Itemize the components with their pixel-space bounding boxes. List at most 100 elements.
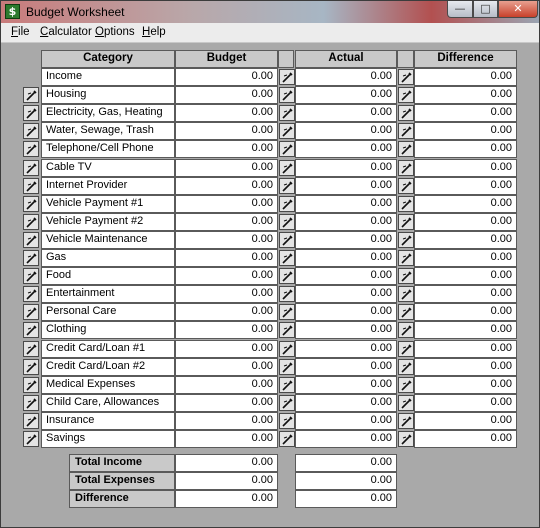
actual-edit-button[interactable]	[398, 377, 414, 393]
row-actual-field[interactable]: 0.00	[295, 122, 397, 140]
menu-help[interactable]: Help	[142, 26, 166, 38]
budget-edit-button[interactable]	[279, 322, 295, 338]
budget-edit-button[interactable]	[279, 359, 295, 375]
actual-edit-button[interactable]	[398, 322, 414, 338]
budget-edit-button[interactable]	[279, 141, 295, 157]
budget-edit-button[interactable]	[279, 178, 295, 194]
category-edit-button[interactable]	[23, 141, 39, 157]
row-actual-field[interactable]: 0.00	[295, 231, 397, 249]
row-budget-field[interactable]: 0.00	[175, 267, 278, 285]
row-budget-field[interactable]: 0.00	[175, 358, 278, 376]
category-edit-button[interactable]	[23, 214, 39, 230]
budget-edit-button[interactable]	[279, 431, 295, 447]
budget-edit-button[interactable]	[279, 232, 295, 248]
category-edit-button[interactable]	[23, 322, 39, 338]
row-budget-field[interactable]: 0.00	[175, 177, 278, 195]
category-edit-button[interactable]	[23, 395, 39, 411]
category-edit-button[interactable]	[23, 105, 39, 121]
budget-edit-button[interactable]	[279, 377, 295, 393]
row-actual-field[interactable]: 0.00	[295, 358, 397, 376]
category-edit-button[interactable]	[23, 268, 39, 284]
row-actual-field[interactable]: 0.00	[295, 140, 397, 158]
row-budget-field[interactable]: 0.00	[175, 412, 278, 430]
actual-edit-button[interactable]	[398, 395, 414, 411]
category-edit-button[interactable]	[23, 359, 39, 375]
category-edit-button[interactable]	[23, 304, 39, 320]
row-actual-field[interactable]: 0.00	[295, 177, 397, 195]
budget-edit-button[interactable]	[279, 123, 295, 139]
budget-edit-button[interactable]	[279, 341, 295, 357]
category-edit-button[interactable]	[23, 413, 39, 429]
menu-options[interactable]: Options	[95, 26, 135, 38]
row-actual-field[interactable]: 0.00	[295, 394, 397, 412]
actual-edit-button[interactable]	[398, 268, 414, 284]
actual-edit-button[interactable]	[398, 69, 414, 85]
actual-edit-button[interactable]	[398, 304, 414, 320]
row-budget-field[interactable]: 0.00	[175, 430, 278, 448]
row-budget-field[interactable]: 0.00	[175, 376, 278, 394]
category-edit-button[interactable]	[23, 87, 39, 103]
budget-edit-button[interactable]	[279, 304, 295, 320]
budget-edit-button[interactable]	[279, 413, 295, 429]
actual-edit-button[interactable]	[398, 359, 414, 375]
row-actual-field[interactable]: 0.00	[295, 412, 397, 430]
maximize-button[interactable]: □	[473, 1, 498, 18]
actual-edit-button[interactable]	[398, 341, 414, 357]
row-budget-field[interactable]: 0.00	[175, 394, 278, 412]
budget-edit-button[interactable]	[279, 69, 295, 85]
row-actual-field[interactable]: 0.00	[295, 303, 397, 321]
budget-edit-button[interactable]	[279, 395, 295, 411]
row-actual-field[interactable]: 0.00	[295, 430, 397, 448]
category-edit-button[interactable]	[23, 377, 39, 393]
row-budget-field[interactable]: 0.00	[175, 213, 278, 231]
actual-edit-button[interactable]	[398, 232, 414, 248]
category-edit-button[interactable]	[23, 123, 39, 139]
row-budget-field[interactable]: 0.00	[175, 249, 278, 267]
category-edit-button[interactable]	[23, 431, 39, 447]
row-actual-field[interactable]: 0.00	[295, 195, 397, 213]
row-actual-field[interactable]: 0.00	[295, 68, 397, 86]
budget-edit-button[interactable]	[279, 105, 295, 121]
minimize-button[interactable]: —	[447, 1, 473, 18]
actual-edit-button[interactable]	[398, 141, 414, 157]
actual-edit-button[interactable]	[398, 413, 414, 429]
row-budget-field[interactable]: 0.00	[175, 122, 278, 140]
budget-edit-button[interactable]	[279, 250, 295, 266]
row-budget-field[interactable]: 0.00	[175, 104, 278, 122]
row-actual-field[interactable]: 0.00	[295, 104, 397, 122]
row-actual-field[interactable]: 0.00	[295, 267, 397, 285]
close-button[interactable]: ✕	[498, 1, 538, 18]
row-budget-field[interactable]: 0.00	[175, 86, 278, 104]
category-edit-button[interactable]	[23, 196, 39, 212]
row-budget-field[interactable]: 0.00	[175, 231, 278, 249]
actual-edit-button[interactable]	[398, 178, 414, 194]
row-budget-field[interactable]: 0.00	[175, 159, 278, 177]
row-budget-field[interactable]: 0.00	[175, 140, 278, 158]
budget-edit-button[interactable]	[279, 286, 295, 302]
row-actual-field[interactable]: 0.00	[295, 213, 397, 231]
actual-edit-button[interactable]	[398, 431, 414, 447]
row-actual-field[interactable]: 0.00	[295, 86, 397, 104]
budget-edit-button[interactable]	[279, 214, 295, 230]
category-edit-button[interactable]	[23, 178, 39, 194]
actual-edit-button[interactable]	[398, 87, 414, 103]
row-actual-field[interactable]: 0.00	[295, 340, 397, 358]
menu-file[interactable]: File	[11, 26, 30, 38]
row-actual-field[interactable]: 0.00	[295, 249, 397, 267]
title-bar[interactable]: $ Budget Worksheet — □ ✕	[1, 1, 539, 23]
row-actual-field[interactable]: 0.00	[295, 159, 397, 177]
category-edit-button[interactable]	[23, 232, 39, 248]
row-budget-field[interactable]: 0.00	[175, 285, 278, 303]
row-budget-field[interactable]: 0.00	[175, 68, 278, 86]
row-budget-field[interactable]: 0.00	[175, 321, 278, 339]
actual-edit-button[interactable]	[398, 123, 414, 139]
category-edit-button[interactable]	[23, 286, 39, 302]
row-budget-field[interactable]: 0.00	[175, 303, 278, 321]
budget-edit-button[interactable]	[279, 87, 295, 103]
row-budget-field[interactable]: 0.00	[175, 195, 278, 213]
category-edit-button[interactable]	[23, 250, 39, 266]
actual-edit-button[interactable]	[398, 105, 414, 121]
budget-edit-button[interactable]	[279, 196, 295, 212]
row-actual-field[interactable]: 0.00	[295, 376, 397, 394]
actual-edit-button[interactable]	[398, 250, 414, 266]
